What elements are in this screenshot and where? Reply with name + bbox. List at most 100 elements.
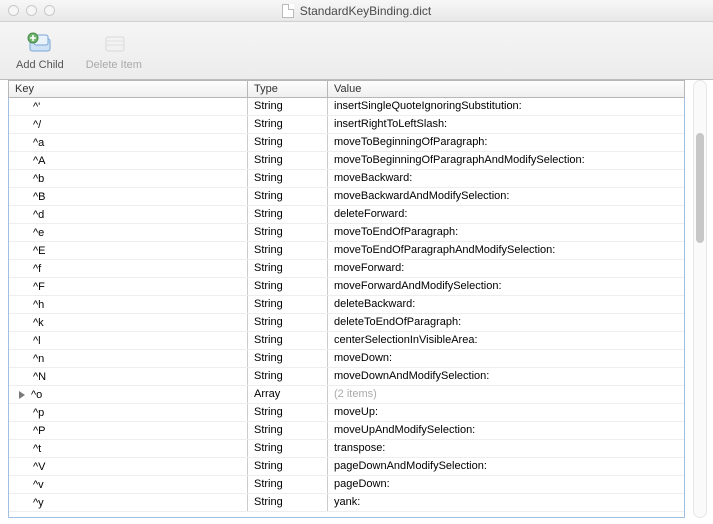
table-row[interactable]: ^aStringmoveToBeginningOfParagraph: bbox=[9, 134, 684, 152]
key-cell[interactable]: ^y bbox=[9, 494, 248, 511]
value-cell[interactable]: moveUpAndModifySelection: bbox=[328, 422, 684, 439]
value-cell[interactable]: moveBackward: bbox=[328, 170, 684, 187]
vertical-scrollbar[interactable] bbox=[693, 80, 707, 518]
minimize-button[interactable] bbox=[26, 5, 37, 16]
key-cell[interactable]: ^n bbox=[9, 350, 248, 367]
value-cell[interactable]: moveForward: bbox=[328, 260, 684, 277]
value-cell[interactable]: centerSelectionInVisibleArea: bbox=[328, 332, 684, 349]
key-cell[interactable]: ^p bbox=[9, 404, 248, 421]
value-cell[interactable]: moveDownAndModifySelection: bbox=[328, 368, 684, 385]
table-row[interactable]: ^fStringmoveForward: bbox=[9, 260, 684, 278]
key-cell[interactable]: ^o bbox=[9, 386, 248, 403]
type-cell[interactable]: String bbox=[248, 368, 328, 385]
key-cell[interactable]: ^f bbox=[9, 260, 248, 277]
type-cell[interactable]: String bbox=[248, 440, 328, 457]
key-cell[interactable]: ^l bbox=[9, 332, 248, 349]
key-cell[interactable]: ^E bbox=[9, 242, 248, 259]
value-cell[interactable]: deleteToEndOfParagraph: bbox=[328, 314, 684, 331]
value-cell[interactable]: deleteForward: bbox=[328, 206, 684, 223]
value-cell[interactable]: moveBackwardAndModifySelection: bbox=[328, 188, 684, 205]
value-cell[interactable]: transpose: bbox=[328, 440, 684, 457]
value-cell[interactable]: moveUp: bbox=[328, 404, 684, 421]
type-cell[interactable]: String bbox=[248, 116, 328, 133]
key-cell[interactable]: ^P bbox=[9, 422, 248, 439]
key-cell[interactable]: ^V bbox=[9, 458, 248, 475]
column-header-type[interactable]: Type bbox=[248, 81, 328, 97]
type-cell[interactable]: String bbox=[248, 278, 328, 295]
type-cell[interactable]: String bbox=[248, 242, 328, 259]
table-row[interactable]: ^kStringdeleteToEndOfParagraph: bbox=[9, 314, 684, 332]
value-cell[interactable]: yank: bbox=[328, 494, 684, 511]
key-cell[interactable]: ^B bbox=[9, 188, 248, 205]
key-cell[interactable]: ^t bbox=[9, 440, 248, 457]
table-row[interactable]: ^pStringmoveUp: bbox=[9, 404, 684, 422]
key-cell[interactable]: ^/ bbox=[9, 116, 248, 133]
table-row[interactable]: ^hStringdeleteBackward: bbox=[9, 296, 684, 314]
value-cell[interactable]: moveDown: bbox=[328, 350, 684, 367]
type-cell[interactable]: Array bbox=[248, 386, 328, 403]
key-cell[interactable]: ^h bbox=[9, 296, 248, 313]
close-button[interactable] bbox=[8, 5, 19, 16]
type-cell[interactable]: String bbox=[248, 350, 328, 367]
key-cell[interactable]: ^b bbox=[9, 170, 248, 187]
column-header-key[interactable]: Key bbox=[9, 81, 248, 97]
table-row[interactable]: ^bStringmoveBackward: bbox=[9, 170, 684, 188]
add-child-button[interactable]: Add Child bbox=[16, 30, 64, 71]
value-cell[interactable]: pageDownAndModifySelection: bbox=[328, 458, 684, 475]
value-cell[interactable]: insertRightToLeftSlash: bbox=[328, 116, 684, 133]
key-cell[interactable]: ^A bbox=[9, 152, 248, 169]
table-row[interactable]: ^oArray(2 items) bbox=[9, 386, 684, 404]
type-cell[interactable]: String bbox=[248, 170, 328, 187]
table-row[interactable]: ^NStringmoveDownAndModifySelection: bbox=[9, 368, 684, 386]
value-cell[interactable]: moveToBeginningOfParagraph: bbox=[328, 134, 684, 151]
key-cell[interactable]: ^k bbox=[9, 314, 248, 331]
type-cell[interactable]: String bbox=[248, 332, 328, 349]
key-cell[interactable]: ^d bbox=[9, 206, 248, 223]
type-cell[interactable]: String bbox=[248, 206, 328, 223]
type-cell[interactable]: String bbox=[248, 404, 328, 421]
value-cell[interactable]: moveToBeginningOfParagraphAndModifySelec… bbox=[328, 152, 684, 169]
type-cell[interactable]: String bbox=[248, 224, 328, 241]
type-cell[interactable]: String bbox=[248, 422, 328, 439]
table-row[interactable]: ^nStringmoveDown: bbox=[9, 350, 684, 368]
key-cell[interactable]: ^N bbox=[9, 368, 248, 385]
column-header-value[interactable]: Value bbox=[328, 81, 684, 97]
value-cell[interactable]: (2 items) bbox=[328, 386, 684, 403]
table-body[interactable]: ^'StringinsertSingleQuoteIgnoringSubstit… bbox=[8, 98, 685, 518]
key-cell[interactable]: ^F bbox=[9, 278, 248, 295]
disclosure-triangle-icon[interactable] bbox=[19, 391, 25, 399]
key-cell[interactable]: ^a bbox=[9, 134, 248, 151]
type-cell[interactable]: String bbox=[248, 314, 328, 331]
value-cell[interactable]: moveToEndOfParagraphAndModifySelection: bbox=[328, 242, 684, 259]
type-cell[interactable]: String bbox=[248, 494, 328, 511]
table-row[interactable]: ^BStringmoveBackwardAndModifySelection: bbox=[9, 188, 684, 206]
table-row[interactable]: ^lStringcenterSelectionInVisibleArea: bbox=[9, 332, 684, 350]
key-cell[interactable]: ^e bbox=[9, 224, 248, 241]
type-cell[interactable]: String bbox=[248, 152, 328, 169]
table-row[interactable]: ^EStringmoveToEndOfParagraphAndModifySel… bbox=[9, 242, 684, 260]
table-row[interactable]: ^AStringmoveToBeginningOfParagraphAndMod… bbox=[9, 152, 684, 170]
table-row[interactable]: ^/StringinsertRightToLeftSlash: bbox=[9, 116, 684, 134]
table-row[interactable]: ^dStringdeleteForward: bbox=[9, 206, 684, 224]
table-row[interactable]: ^'StringinsertSingleQuoteIgnoringSubstit… bbox=[9, 98, 684, 116]
type-cell[interactable]: String bbox=[248, 296, 328, 313]
value-cell[interactable]: moveForwardAndModifySelection: bbox=[328, 278, 684, 295]
table-row[interactable]: ^VStringpageDownAndModifySelection: bbox=[9, 458, 684, 476]
table-row[interactable]: ^tStringtranspose: bbox=[9, 440, 684, 458]
type-cell[interactable]: String bbox=[248, 458, 328, 475]
value-cell[interactable]: moveToEndOfParagraph: bbox=[328, 224, 684, 241]
type-cell[interactable]: String bbox=[248, 98, 328, 115]
key-cell[interactable]: ^v bbox=[9, 476, 248, 493]
zoom-button[interactable] bbox=[44, 5, 55, 16]
value-cell[interactable]: pageDown: bbox=[328, 476, 684, 493]
type-cell[interactable]: String bbox=[248, 134, 328, 151]
type-cell[interactable]: String bbox=[248, 188, 328, 205]
table-row[interactable]: ^yStringyank: bbox=[9, 494, 684, 512]
table-row[interactable]: ^eStringmoveToEndOfParagraph: bbox=[9, 224, 684, 242]
type-cell[interactable]: String bbox=[248, 476, 328, 493]
key-cell[interactable]: ^' bbox=[9, 98, 248, 115]
table-row[interactable]: ^FStringmoveForwardAndModifySelection: bbox=[9, 278, 684, 296]
type-cell[interactable]: String bbox=[248, 260, 328, 277]
table-row[interactable]: ^PStringmoveUpAndModifySelection: bbox=[9, 422, 684, 440]
value-cell[interactable]: deleteBackward: bbox=[328, 296, 684, 313]
